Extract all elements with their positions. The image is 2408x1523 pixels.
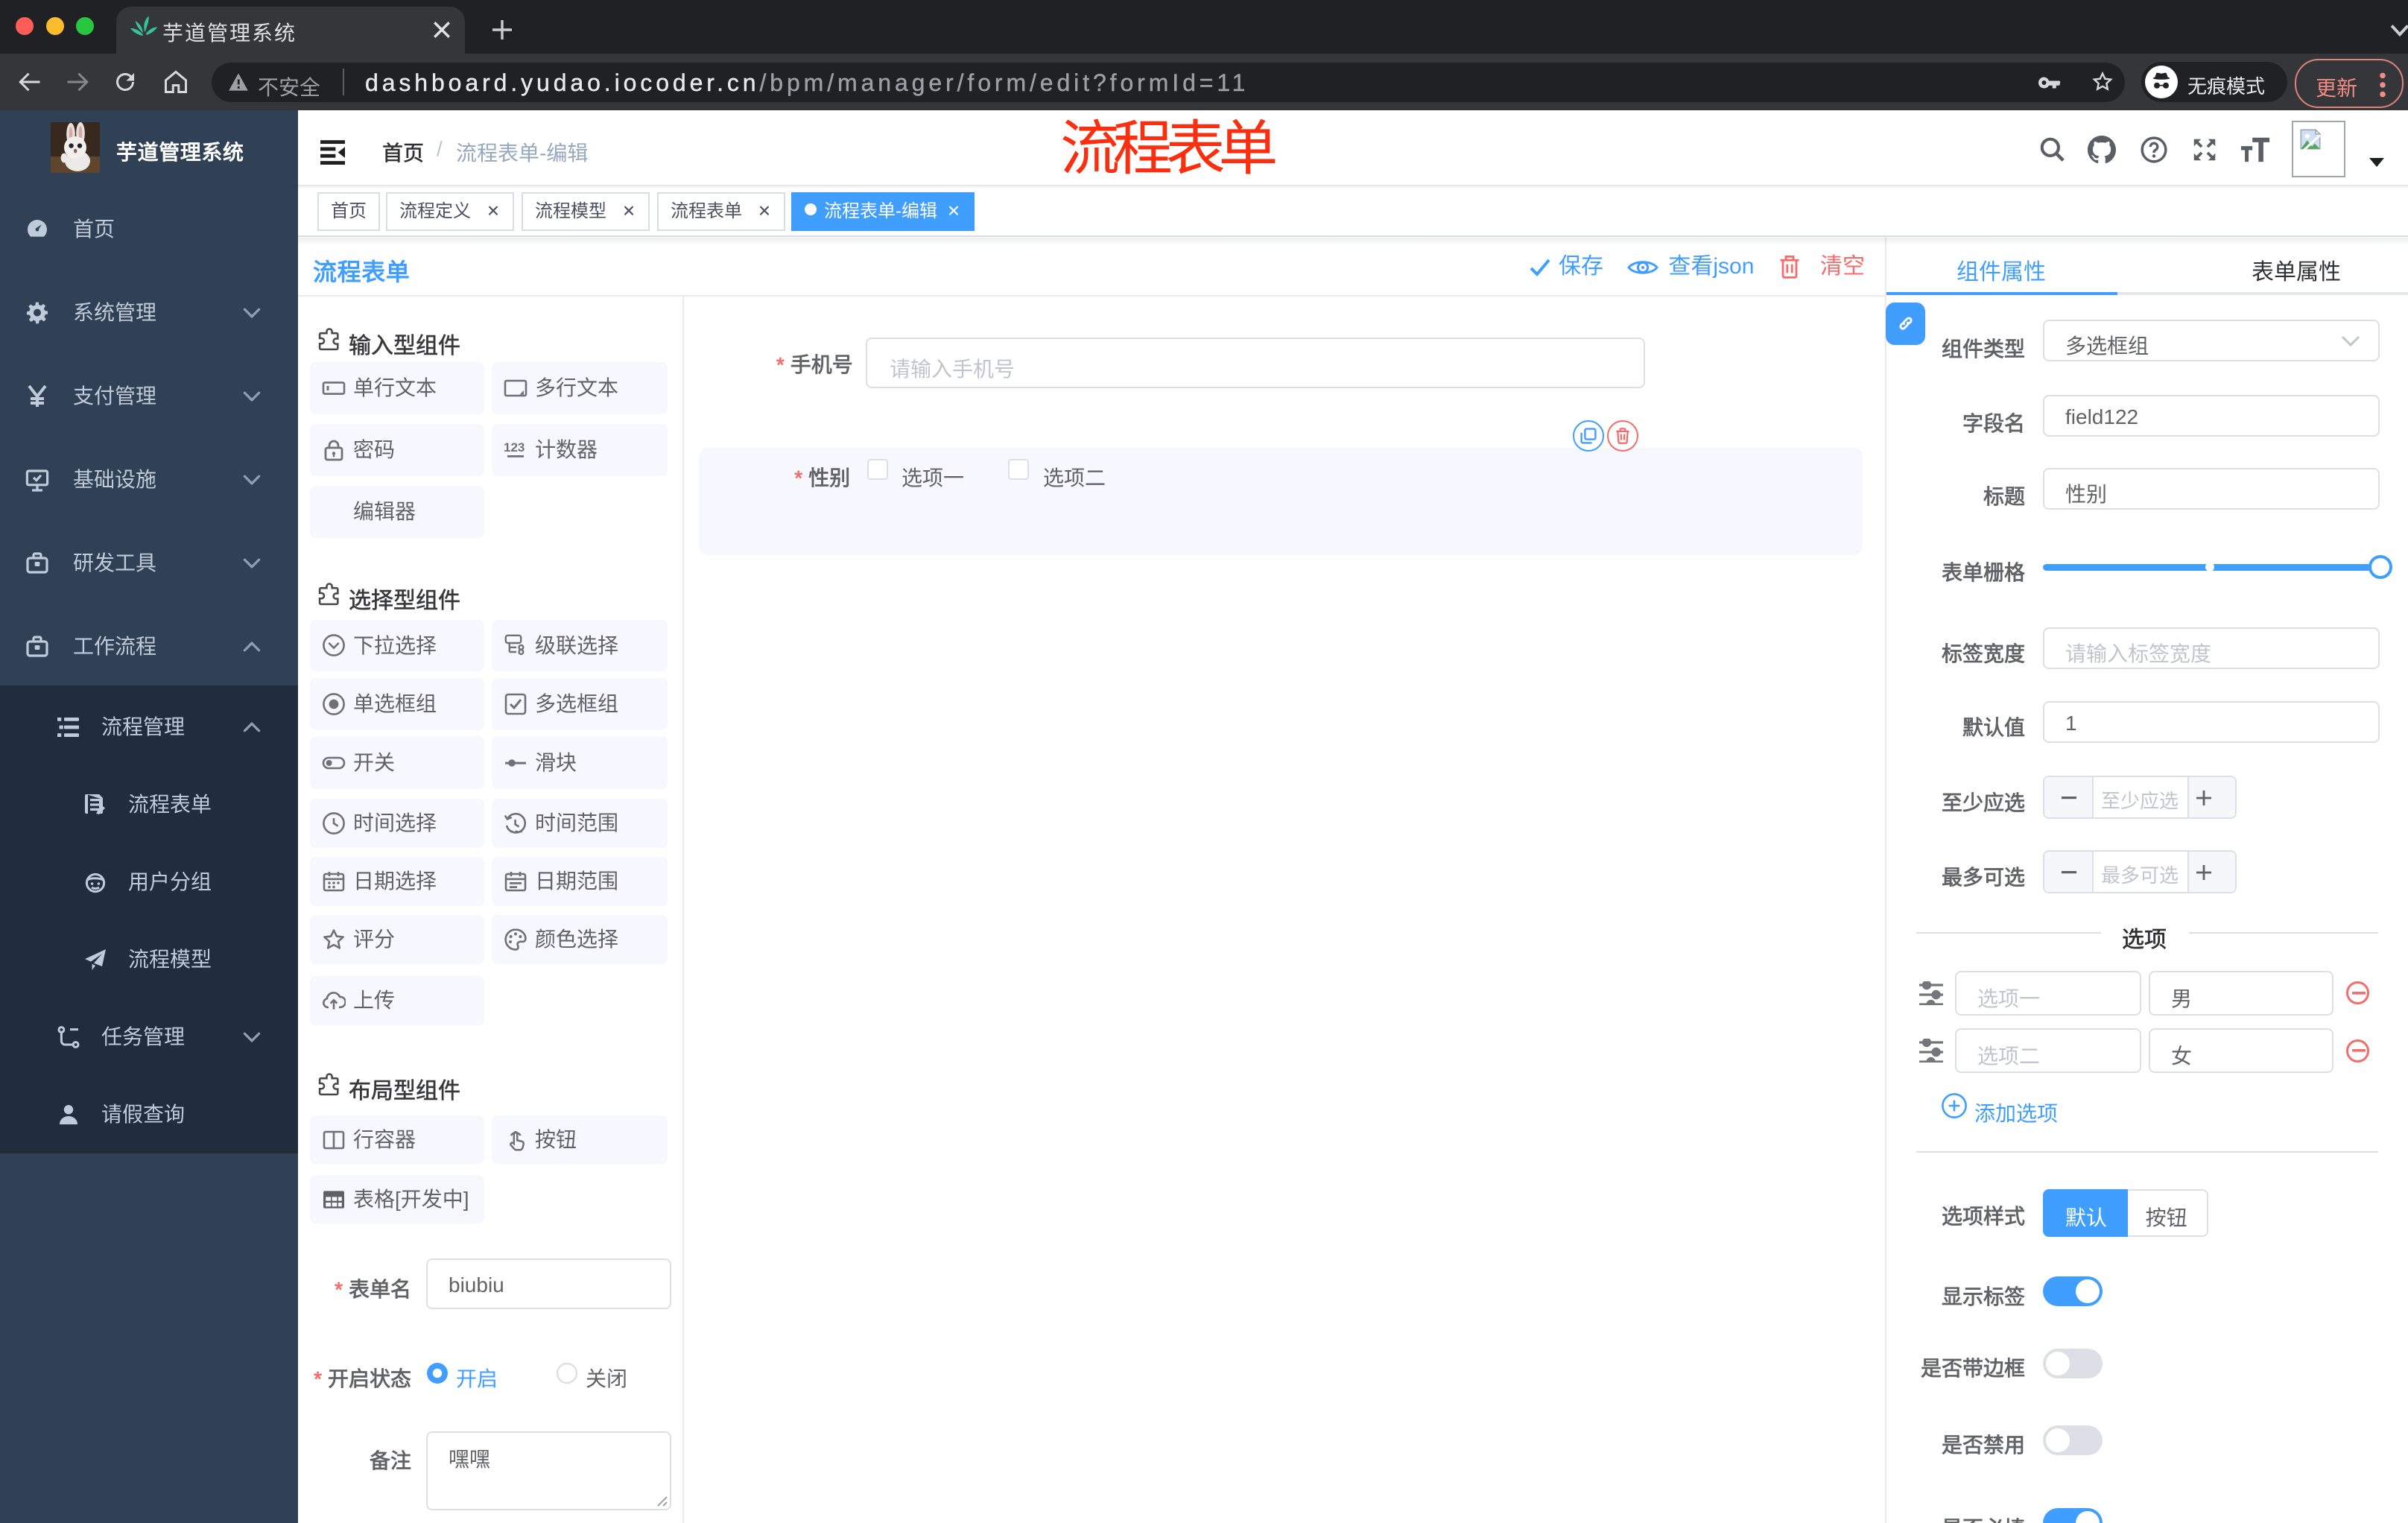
svg-text:123: 123 xyxy=(504,440,525,455)
